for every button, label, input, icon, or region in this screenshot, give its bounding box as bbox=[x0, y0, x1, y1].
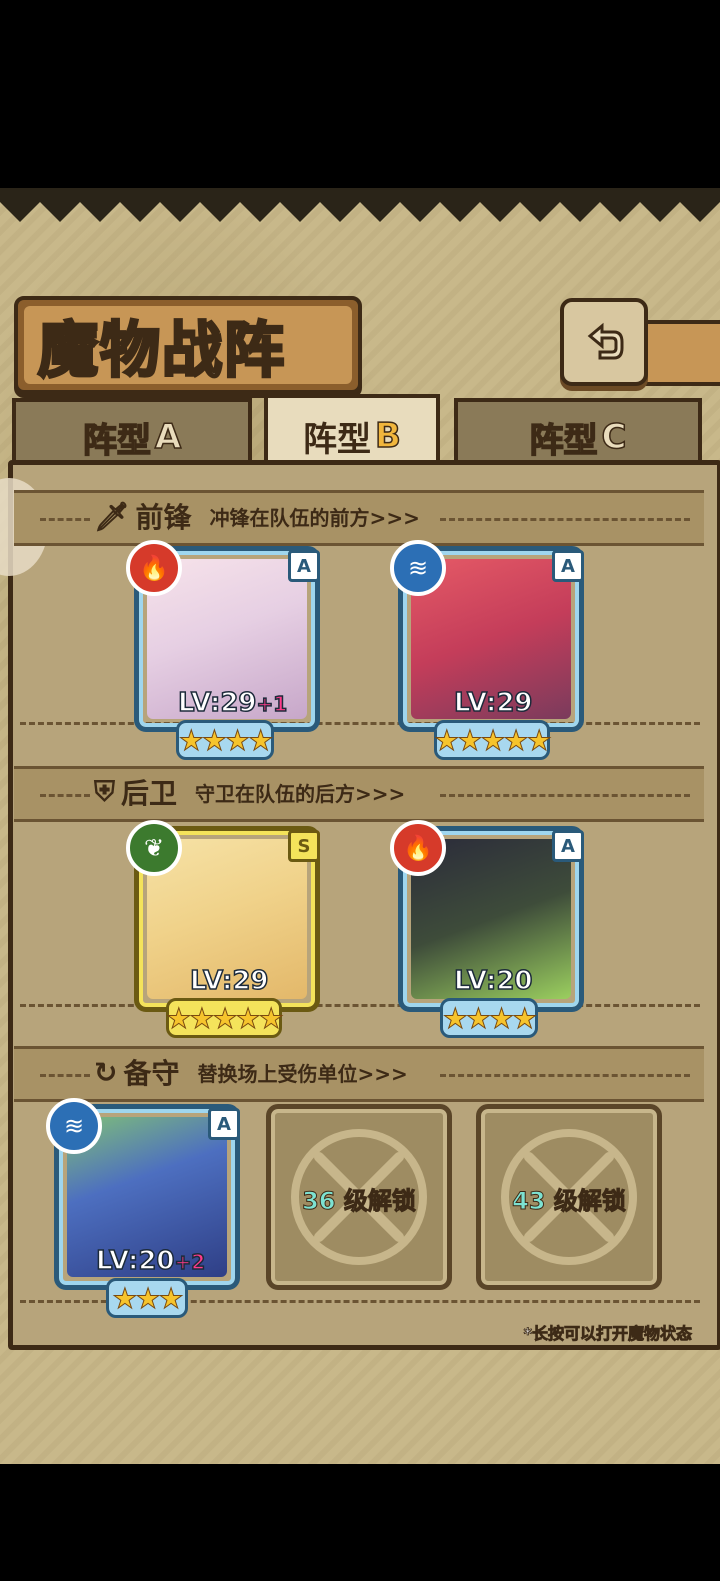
level-text: LV:29 bbox=[177, 687, 257, 719]
shield-icon: ⛨ bbox=[94, 775, 116, 808]
divider bbox=[40, 1074, 90, 1077]
back-button[interactable] bbox=[560, 298, 648, 386]
back-section-header: ⛨ 后卫 守卫在队伍的后方>>> bbox=[94, 772, 405, 812]
level-text: LV:29 bbox=[189, 965, 269, 997]
front-section-title: 前锋 bbox=[135, 501, 192, 534]
unlock-requirement: 43 级解锁 bbox=[481, 1181, 657, 1216]
tab-letter: A bbox=[154, 416, 182, 458]
unit-level: LV:29 bbox=[453, 687, 533, 719]
back-button-plate bbox=[640, 320, 720, 386]
star-rating: ★★★ bbox=[106, 1278, 188, 1318]
unlock-level: 43 bbox=[512, 1187, 546, 1216]
divider bbox=[20, 722, 700, 725]
return-arrow-icon bbox=[587, 322, 624, 360]
nature-element-icon: ❦ bbox=[126, 820, 182, 876]
level-text: LV:20 bbox=[95, 1245, 175, 1277]
unit-level: LV:29 bbox=[189, 965, 269, 997]
reserve-section-header: ↻ 备守 替换场上受伤单位>>> bbox=[94, 1052, 408, 1092]
unlock-label: 级解锁 bbox=[343, 1187, 416, 1216]
reserve-section-subtitle: 替换场上受伤单位>>> bbox=[197, 1061, 408, 1086]
tab-label: 阵型 bbox=[529, 420, 599, 462]
unlock-level: 36 bbox=[302, 1187, 336, 1216]
star-rating: ★★★★ bbox=[176, 720, 274, 760]
rank-badge: S bbox=[288, 830, 320, 862]
level-bonus: +2 bbox=[174, 1249, 206, 1275]
divider bbox=[440, 518, 690, 521]
star-rating: ★★★★ bbox=[440, 998, 538, 1038]
divider bbox=[40, 518, 90, 521]
rank-badge: A bbox=[552, 550, 584, 582]
star-rating: ★★★★★ bbox=[434, 720, 552, 760]
unlock-label: 级解锁 bbox=[553, 1187, 626, 1216]
top-zigzag-border bbox=[0, 188, 720, 222]
tab-label: 阵型 bbox=[82, 420, 152, 462]
rank-badge: A bbox=[552, 830, 584, 862]
tab-letter: B bbox=[374, 415, 401, 457]
unlock-requirement: 36 级解锁 bbox=[271, 1181, 447, 1216]
reserve-section-title: 备守 bbox=[123, 1057, 180, 1090]
unit-level: LV:20+2 bbox=[95, 1245, 206, 1277]
level-text: LV:29 bbox=[453, 687, 533, 719]
swap-icon: ↻ bbox=[94, 1055, 118, 1089]
front-section-subtitle: 冲锋在队伍的前方>>> bbox=[209, 505, 420, 530]
divider bbox=[40, 794, 90, 797]
water-element-icon: ≋ bbox=[46, 1098, 102, 1154]
sword-icon: 🗡 bbox=[94, 499, 130, 533]
locked-slot-1[interactable]: 36 级解锁 bbox=[266, 1104, 452, 1290]
back-section-title: 后卫 bbox=[121, 777, 178, 810]
tab-label: 阵型 bbox=[303, 419, 372, 460]
back-section-subtitle: 守卫在队伍的后方>>> bbox=[195, 781, 406, 806]
page-title: 魔物战阵 bbox=[37, 315, 286, 388]
locked-slot-2[interactable]: 43 级解锁 bbox=[476, 1104, 662, 1290]
level-bonus: +1 bbox=[256, 691, 288, 717]
unit-level: LV:29+1 bbox=[177, 687, 288, 719]
rank-badge: A bbox=[288, 550, 320, 582]
unit-level: LV:20 bbox=[453, 965, 533, 997]
tab-letter: C bbox=[601, 416, 627, 458]
divider bbox=[20, 1004, 700, 1007]
divider bbox=[440, 794, 690, 797]
fire-element-icon: 🔥 bbox=[390, 820, 446, 876]
star-rating: ★★★★★ bbox=[166, 998, 284, 1038]
hint-text: *长按可以打开魔物状态 bbox=[523, 1324, 692, 1344]
divider bbox=[440, 1074, 690, 1077]
front-section-header: 🗡 前锋 冲锋在队伍的前方>>> bbox=[94, 496, 420, 536]
rank-badge: A bbox=[208, 1108, 240, 1140]
fire-element-icon: 🔥 bbox=[126, 540, 182, 596]
water-element-icon: ≋ bbox=[390, 540, 446, 596]
level-text: LV:20 bbox=[453, 965, 533, 997]
